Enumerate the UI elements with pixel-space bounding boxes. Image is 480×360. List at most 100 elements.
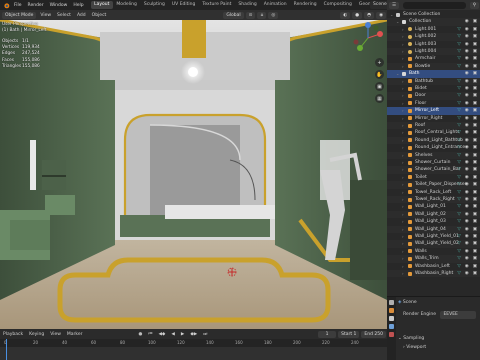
overlays-icon[interactable]: ◐ xyxy=(340,11,351,19)
jump-end-icon[interactable]: ⏭ xyxy=(200,331,210,337)
jump-start-icon[interactable]: ⏮ xyxy=(145,331,155,337)
outliner-item[interactable]: › Light.001 ▽ ◉ ▣ xyxy=(387,26,480,33)
eye-icon[interactable]: ◉ xyxy=(465,100,469,107)
outliner-item[interactable]: ⌄ Scene Collection xyxy=(387,11,480,18)
eye-icon[interactable]: ◉ xyxy=(465,263,469,270)
tab-texture-paint[interactable]: Texture Paint xyxy=(199,1,235,9)
eye-icon[interactable]: ◉ xyxy=(465,85,469,92)
chevron-down-icon[interactable]: ⌄ xyxy=(390,11,394,18)
eye-icon[interactable]: ◉ xyxy=(465,211,469,218)
eye-icon[interactable]: ◉ xyxy=(465,78,469,85)
play-reverse-icon[interactable]: ◀ xyxy=(168,332,177,337)
render-camera-icon[interactable]: ▣ xyxy=(473,92,477,99)
snap-icon[interactable]: ⌂ xyxy=(257,11,267,19)
outliner-item[interactable]: › Wall_Light_02 ▽ ◉ ▣ xyxy=(387,210,480,219)
chevron-right-icon[interactable]: › xyxy=(402,240,406,247)
pan-hand-icon[interactable]: ✋ xyxy=(375,70,384,79)
outliner-item[interactable]: › Washbasin_Right ▽ ◉ ▣ xyxy=(387,270,480,278)
eye-icon[interactable]: ◉ xyxy=(465,166,469,173)
perspective-toggle-icon[interactable]: ▦ xyxy=(375,94,384,103)
end-frame-field[interactable]: End 250 xyxy=(361,330,386,338)
start-frame-field[interactable]: Start 1 xyxy=(338,330,360,338)
outliner-item[interactable]: › Door ▽ ◉ ▣ xyxy=(387,92,480,100)
outliner-item[interactable]: › Round_Light_Bathtub ▽ ◉ ▣ xyxy=(387,136,480,145)
menu-view[interactable]: View xyxy=(37,13,54,18)
camera-view-icon[interactable]: ▣ xyxy=(375,82,384,91)
menu-marker[interactable]: Marker xyxy=(64,332,86,337)
outliner-item[interactable]: › Towel_Rack_Right ▽ ◉ ▣ xyxy=(387,196,480,204)
render-camera-icon[interactable]: ▣ xyxy=(473,41,477,48)
chevron-right-icon[interactable]: › xyxy=(402,181,406,188)
eye-icon[interactable]: ◉ xyxy=(465,63,469,70)
shading-material-icon[interactable]: ◓ xyxy=(364,11,375,19)
chevron-right-icon[interactable]: › xyxy=(402,100,406,107)
render-engine-dropdown[interactable]: EEVEE xyxy=(440,311,477,319)
chevron-right-icon[interactable]: › xyxy=(402,33,406,40)
chevron-right-icon[interactable]: › xyxy=(402,255,406,262)
tab-uv-editing[interactable]: UV Editing xyxy=(168,1,198,9)
eye-icon[interactable]: ◉ xyxy=(465,55,469,62)
eye-icon[interactable]: ◉ xyxy=(465,174,469,181)
render-camera-icon[interactable]: ▣ xyxy=(473,174,477,181)
render-camera-icon[interactable]: ▣ xyxy=(473,107,477,114)
tab-layout[interactable]: Layout xyxy=(90,1,113,9)
render-tab-icon[interactable] xyxy=(389,308,394,313)
zoom-icon[interactable]: + xyxy=(375,58,384,67)
render-camera-icon[interactable]: ▣ xyxy=(473,240,477,247)
eye-icon[interactable]: ◉ xyxy=(465,196,469,203)
3d-viewport[interactable]: User Perspective (1) Bath | Mirror_Left … xyxy=(0,20,387,329)
outliner-item[interactable]: › Toilet ▽ ◉ ▣ xyxy=(387,174,480,181)
chevron-right-icon[interactable]: › xyxy=(402,166,406,173)
render-camera-icon[interactable]: ▣ xyxy=(473,115,477,122)
chevron-right-icon[interactable]: › xyxy=(402,48,406,55)
outliner-item[interactable]: › Walls_Trim ▽ ◉ ▣ xyxy=(387,255,480,263)
shading-solid-icon[interactable]: ● xyxy=(352,11,363,19)
chevron-down-icon[interactable]: ⌄ xyxy=(396,18,400,25)
prev-key-icon[interactable]: ◀◆ xyxy=(155,332,168,337)
outliner-item[interactable]: › Armchair ▽ ◉ ▣ xyxy=(387,55,480,62)
menu-add[interactable]: Add xyxy=(74,13,89,18)
render-camera-icon[interactable]: ▣ xyxy=(473,166,477,173)
chevron-right-icon[interactable]: › xyxy=(402,270,406,277)
render-camera-icon[interactable]: ▣ xyxy=(473,137,477,144)
render-camera-icon[interactable]: ▣ xyxy=(473,18,477,25)
chevron-right-icon[interactable]: › xyxy=(402,263,406,270)
eye-icon[interactable]: ◉ xyxy=(465,33,469,40)
render-camera-icon[interactable]: ▣ xyxy=(473,270,477,277)
menu-file[interactable]: File xyxy=(11,3,25,8)
outliner-item[interactable]: › Wall_Light_04 ▽ ◉ ▣ xyxy=(387,225,480,233)
outliner-item[interactable]: › Wall_Light_03 ▽ ◉ ▣ xyxy=(387,218,480,225)
eye-icon[interactable]: ◉ xyxy=(465,233,469,240)
eye-icon[interactable]: ◉ xyxy=(465,129,469,136)
chevron-right-icon[interactable]: › xyxy=(402,92,406,99)
outliner-item[interactable]: › Roof_Central_Lights ▽ ◉ ▣ xyxy=(387,129,480,136)
viewport-subpanel[interactable]: › Viewport xyxy=(403,344,426,352)
chevron-down-icon[interactable]: ⌄ xyxy=(396,70,400,77)
navigation-gizmo[interactable] xyxy=(352,22,384,54)
render-camera-icon[interactable]: ▣ xyxy=(473,196,477,203)
chevron-right-icon[interactable]: › xyxy=(402,174,406,181)
eye-icon[interactable]: ◉ xyxy=(465,240,469,247)
render-camera-icon[interactable]: ▣ xyxy=(473,152,477,159)
chevron-right-icon[interactable]: › xyxy=(402,218,406,225)
render-camera-icon[interactable]: ▣ xyxy=(473,203,477,210)
menu-object[interactable]: Object xyxy=(89,13,110,18)
render-camera-icon[interactable]: ▣ xyxy=(473,70,477,77)
render-camera-icon[interactable]: ▣ xyxy=(473,159,477,166)
render-camera-icon[interactable]: ▣ xyxy=(473,129,477,136)
eye-icon[interactable]: ◉ xyxy=(465,248,469,255)
outliner-item[interactable]: › Bathtub ▽ ◉ ▣ xyxy=(387,77,480,85)
chevron-right-icon[interactable]: › xyxy=(402,144,406,151)
play-icon[interactable]: ▶ xyxy=(178,332,187,337)
eye-icon[interactable]: ◉ xyxy=(465,181,469,188)
eye-icon[interactable]: ◉ xyxy=(465,255,469,262)
eye-icon[interactable]: ◉ xyxy=(465,48,469,55)
eye-icon[interactable]: ◉ xyxy=(465,122,469,129)
outliner-item[interactable]: › Roof ▽ ◉ ▣ xyxy=(387,122,480,130)
eye-icon[interactable]: ◉ xyxy=(465,226,469,233)
eye-icon[interactable]: ◉ xyxy=(465,18,469,25)
record-icon[interactable]: ● xyxy=(135,332,145,337)
tab-animation[interactable]: Animation xyxy=(260,1,290,9)
tab-modeling[interactable]: Modeling xyxy=(113,1,140,9)
render-camera-icon[interactable]: ▣ xyxy=(473,226,477,233)
